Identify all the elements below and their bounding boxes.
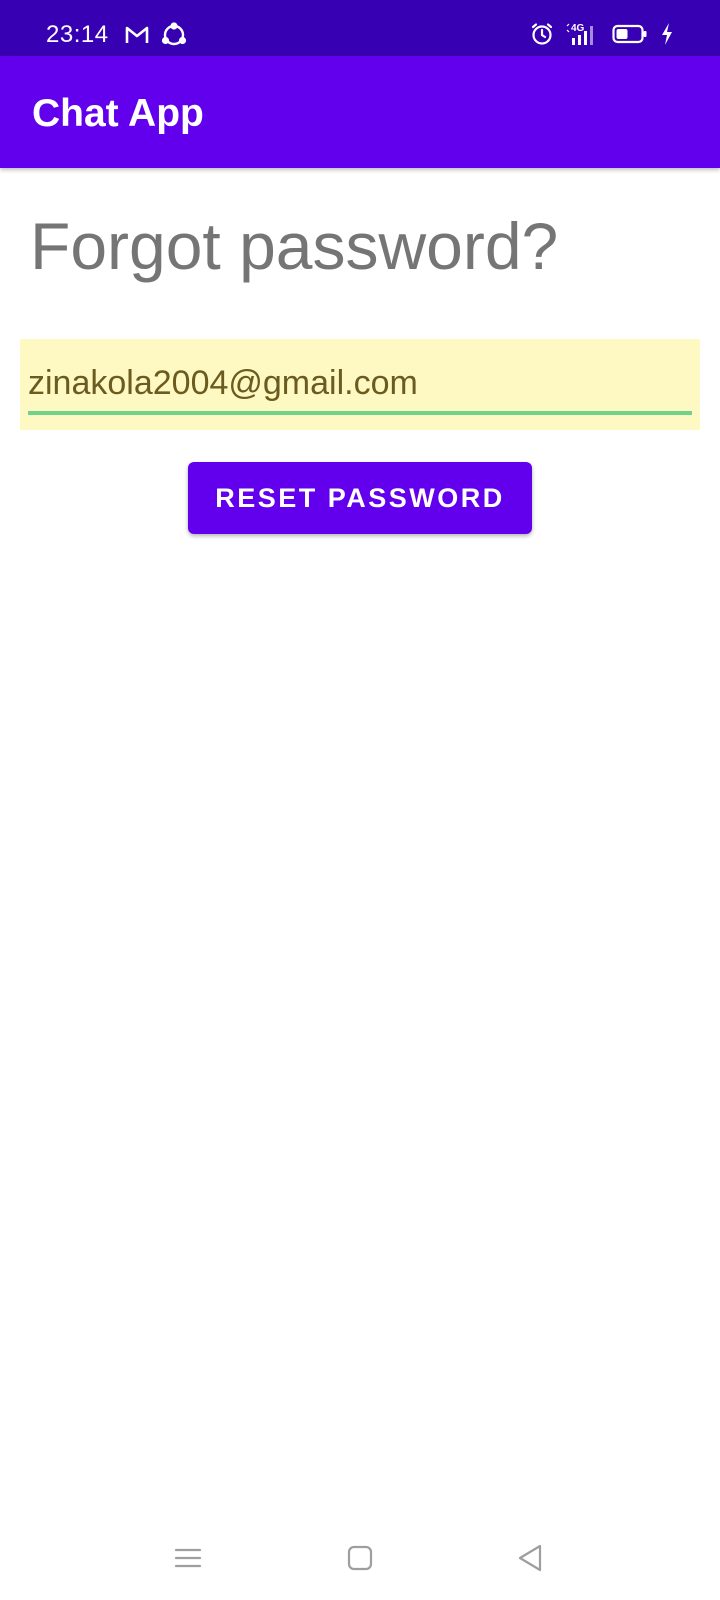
battery-icon [612,23,648,45]
charging-icon [660,22,674,46]
app-bar: Chat App [0,56,720,168]
page-title: Forgot password? [30,209,559,283]
status-left-icons [124,22,188,48]
email-field-underline [28,411,692,415]
menu-button[interactable] [166,1536,210,1580]
email-field[interactable] [20,339,700,430]
home-icon [347,1545,373,1571]
back-icon [516,1543,544,1573]
sync-icon [160,22,188,48]
status-bar: 23:14 4G [0,0,720,56]
app-title: Chat App [32,92,204,135]
network-label: 4G [571,23,585,34]
reset-password-button[interactable]: RESET PASSWORD [188,462,532,534]
signal-4g-icon: 4G [566,22,600,46]
navigation-bar [0,1516,720,1600]
status-time: 23:14 [46,21,109,48]
forgot-password-screen: 23:14 4G Chat App Forgot password? zinak… [0,0,720,1600]
alarm-icon [530,22,554,46]
home-button[interactable] [338,1536,382,1580]
gmail-icon [124,24,150,46]
status-right-icons: 4G [530,22,674,46]
menu-icon [174,1546,202,1570]
back-button[interactable] [508,1536,552,1580]
email-input[interactable] [28,359,692,407]
